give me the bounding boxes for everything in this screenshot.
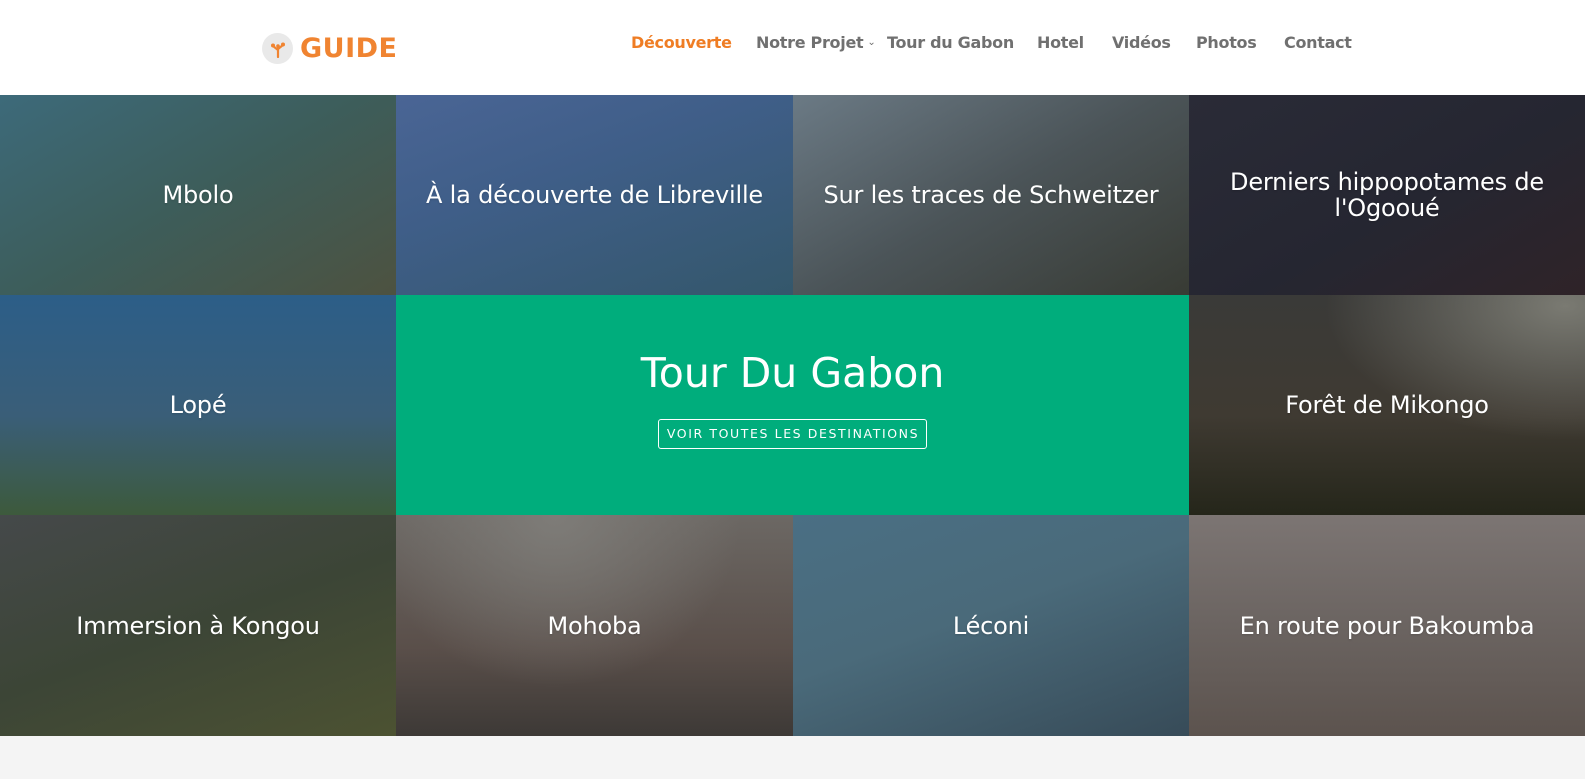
tile-kongou[interactable]: Immersion à Kongou (0, 515, 396, 736)
view-all-destinations-button[interactable]: VOIR TOUTES LES DESTINATIONS (657, 419, 928, 449)
tile-mohoba[interactable]: Mohoba (396, 515, 793, 736)
nav-item-notre-projet[interactable]: Notre Projet ⌄ (756, 32, 876, 54)
tile-title: En route pour Bakoumba (1239, 611, 1535, 640)
footer-band (0, 736, 1585, 779)
tile-title: Forêt de Mikongo (1285, 391, 1489, 419)
feature-tour-du-gabon: Tour Du Gabon VOIR TOUTES LES DESTINATIO… (396, 295, 1189, 515)
nav-item-tour-du-gabon[interactable]: Tour du Gabon (887, 32, 1014, 54)
tile-lope[interactable]: Lopé (0, 295, 396, 515)
tile-mikongo[interactable]: Forêt de Mikongo (1189, 295, 1585, 515)
tile-title: Derniers hippopotames de l'Ogooué (1230, 168, 1544, 222)
chevron-down-icon: ⌄ (867, 37, 876, 48)
destinations-grid: Mbolo À la découverte de Libreville Sur … (0, 95, 1585, 736)
nav-item-label: Notre Projet (756, 33, 864, 52)
tile-mbolo[interactable]: Mbolo (0, 95, 396, 295)
tile-title: Mohoba (547, 611, 642, 640)
main-nav: Découverte Notre Projet ⌄ Tour du Gabon H… (0, 32, 1585, 54)
tile-title: Immersion à Kongou (76, 611, 320, 640)
nav-item-hotel[interactable]: Hotel (1037, 32, 1084, 54)
tile-schweitzer[interactable]: Sur les traces de Schweitzer (793, 95, 1189, 295)
nav-item-decouverte[interactable]: Découverte (631, 32, 732, 54)
tile-title: Léconi (952, 611, 1030, 640)
tile-hippopotames[interactable]: Derniers hippopotames de l'Ogooué (1189, 95, 1585, 295)
nav-item-videos[interactable]: Vidéos (1112, 32, 1171, 54)
site-header: GUIDE Découverte Notre Projet ⌄ Tour du G… (0, 0, 1585, 95)
tile-title: À la découverte de Libreville (426, 181, 763, 209)
tile-leconi[interactable]: Léconi (793, 515, 1189, 736)
tile-title: Sur les traces de Schweitzer (823, 181, 1159, 209)
feature-title: Tour Du Gabon (640, 349, 945, 397)
nav-item-photos[interactable]: Photos (1196, 32, 1257, 54)
tile-title: Lopé (169, 391, 227, 419)
nav-item-contact[interactable]: Contact (1284, 32, 1352, 54)
tile-libreville[interactable]: À la découverte de Libreville (396, 95, 793, 295)
tile-bakoumba[interactable]: En route pour Bakoumba (1189, 515, 1585, 736)
tile-title: Mbolo (162, 181, 234, 209)
